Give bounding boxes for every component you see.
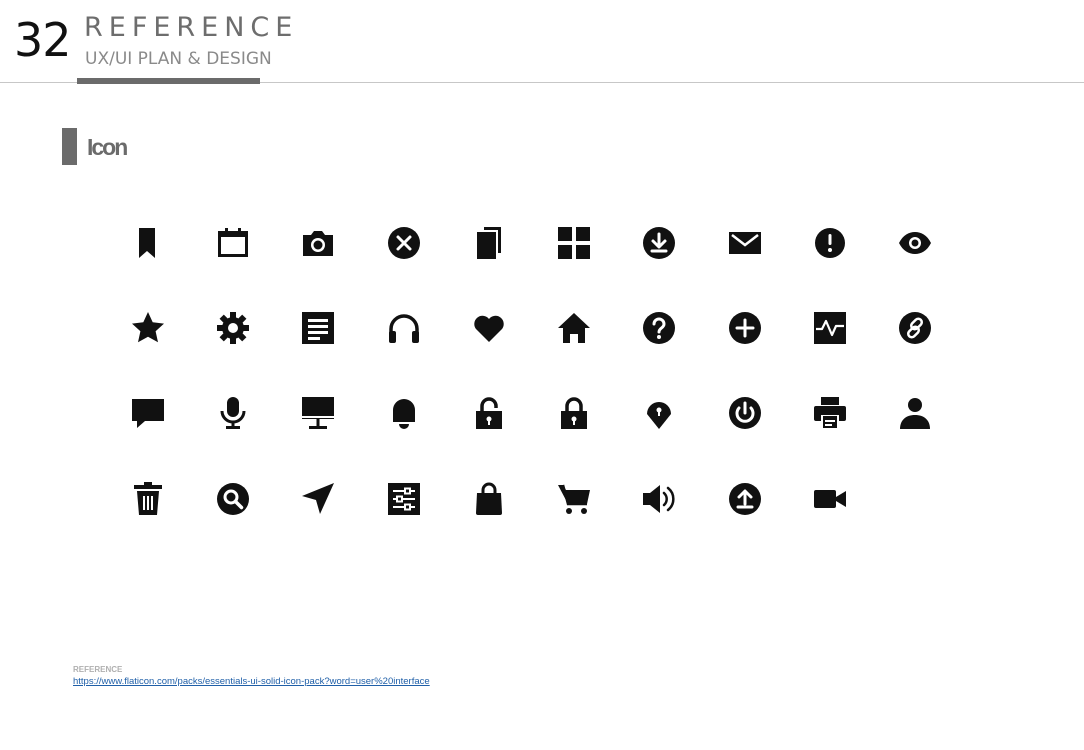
icon-cell: [531, 371, 616, 456]
icon-cell: [276, 456, 361, 541]
help-icon: [643, 311, 676, 344]
icon-cell: [617, 456, 702, 541]
eye-icon: [899, 231, 932, 254]
icon-cell: [190, 456, 275, 541]
icon-cell: [446, 456, 531, 541]
location-pin-icon: [647, 402, 672, 430]
icon-cell: [190, 200, 275, 285]
icon-cell: [787, 285, 872, 370]
cart-icon: [558, 484, 591, 514]
close-circle-icon: [387, 226, 420, 259]
icon-cell: [787, 200, 872, 285]
icon-cell: [361, 200, 446, 285]
icon-cell: [531, 456, 616, 541]
page-number: 32: [14, 13, 72, 67]
icon-cell: [361, 456, 446, 541]
icon-cell: [361, 285, 446, 370]
chat-icon: [131, 399, 164, 429]
activity-icon: [814, 311, 847, 344]
icon-cell: [702, 371, 787, 456]
icon-cell: [446, 285, 531, 370]
section-title: Icon: [87, 134, 128, 160]
icon-cell: [446, 371, 531, 456]
icon-cell: [617, 200, 702, 285]
copy-icon: [476, 226, 501, 259]
navigation-icon: [302, 482, 335, 514]
headphones-icon: [388, 314, 419, 343]
icon-cell: [190, 285, 275, 370]
heart-icon: [474, 315, 504, 342]
search-icon: [216, 482, 249, 515]
add-circle-icon: [728, 311, 761, 344]
section-marker: [62, 128, 77, 165]
upload-icon: [728, 482, 761, 515]
unlock-icon: [475, 397, 502, 430]
icon-cell: [105, 456, 190, 541]
icon-grid: [105, 200, 958, 541]
download-icon: [643, 226, 676, 259]
power-icon: [728, 397, 761, 430]
icon-cell: [873, 371, 958, 456]
lock-icon: [561, 397, 588, 430]
reference-label: REFERENCE: [73, 665, 123, 674]
icon-cell: [617, 285, 702, 370]
icon-cell: [276, 371, 361, 456]
icon-cell: [105, 285, 190, 370]
icon-cell: [873, 285, 958, 370]
user-icon: [900, 398, 931, 430]
document-icon: [302, 311, 335, 344]
icon-cell: [531, 285, 616, 370]
icon-cell: [702, 285, 787, 370]
icon-cell: [105, 371, 190, 456]
star-icon: [131, 311, 164, 343]
page-title: REFERENCE: [84, 12, 299, 43]
monitor-icon: [302, 397, 335, 430]
grid-icon: [558, 226, 591, 259]
icon-cell: [873, 200, 958, 285]
calendar-icon: [217, 227, 248, 257]
home-icon: [558, 312, 591, 343]
trash-icon: [133, 481, 162, 515]
microphone-icon: [220, 397, 246, 430]
icon-cell: [531, 200, 616, 285]
bookmark-icon: [138, 227, 155, 258]
icon-cell: [787, 456, 872, 541]
icon-cell: [276, 200, 361, 285]
settings-sliders-icon: [387, 482, 420, 515]
icon-cell: [787, 371, 872, 456]
video-icon: [814, 489, 847, 508]
header-accent-bar: [77, 78, 260, 84]
shopping-bag-icon: [475, 482, 502, 515]
link-icon: [899, 311, 932, 344]
icon-cell: [105, 200, 190, 285]
bell-icon: [392, 399, 415, 430]
gear-icon: [216, 311, 249, 344]
icon-cell: [190, 371, 275, 456]
reference-link[interactable]: https://www.flaticon.com/packs/essential…: [73, 676, 430, 688]
icon-cell: [276, 285, 361, 370]
volume-icon: [643, 484, 675, 513]
icon-cell: [702, 200, 787, 285]
icon-cell: [446, 200, 531, 285]
alert-icon: [815, 227, 846, 258]
mail-icon: [728, 231, 761, 254]
printer-icon: [814, 397, 847, 430]
icon-cell: [617, 371, 702, 456]
camera-icon: [303, 230, 334, 256]
icon-cell: [361, 371, 446, 456]
page-subtitle: UX/UI PLAN & DESIGN: [85, 49, 272, 69]
icon-cell: [702, 456, 787, 541]
